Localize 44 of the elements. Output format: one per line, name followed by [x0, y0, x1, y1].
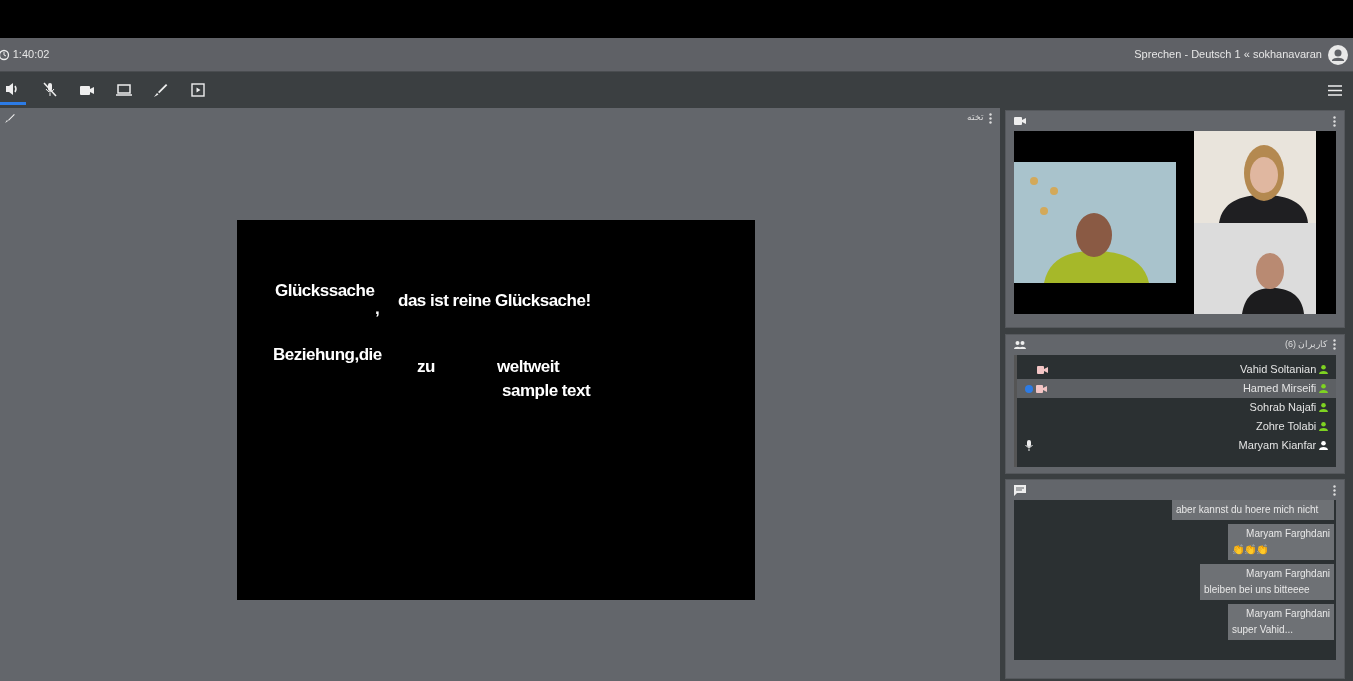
sender-name: Maryam Farghdani — [1245, 527, 1330, 541]
user-name: Hamed Mirseifi — [1242, 381, 1317, 397]
brush-icon — [153, 82, 169, 98]
mic-off-icon — [42, 82, 58, 98]
user-row[interactable]: Zohre Tolabi — [1017, 417, 1336, 436]
session-timer: 1:40:02 — [12, 47, 50, 63]
message-text: super Vahid... — [1232, 623, 1294, 637]
more-icon[interactable] — [989, 112, 992, 124]
message-text: aber kannst du hoere mich nicht — [1176, 503, 1320, 517]
avatar-icon[interactable] — [1327, 44, 1348, 65]
more-icon[interactable] — [1333, 484, 1336, 496]
slide-text: das ist reine Glücksache! — [398, 290, 591, 312]
panel-title: کاربران (6) — [1285, 337, 1328, 351]
user-name: Vahid Soltanian — [1240, 362, 1317, 378]
camera-icon — [1014, 117, 1026, 125]
user-name: Zohre Tolabi — [1255, 419, 1317, 435]
presentation-icon — [190, 82, 206, 98]
message-text: 👏👏👏 — [1232, 543, 1269, 557]
slide-text: Glückssache — [275, 280, 375, 302]
user-name: Sohrab Najafi — [1249, 400, 1317, 416]
slide-text: weltweit — [497, 356, 560, 378]
sender-name: Maryam Farghdani — [1245, 607, 1330, 621]
message-text: bleiben bei uns bitteeee — [1204, 583, 1311, 597]
chat-icon — [1014, 484, 1026, 496]
user-row[interactable]: Hamed Mirseifi — [1017, 379, 1336, 398]
menu-icon[interactable] — [1328, 84, 1342, 96]
meeting-title: Sprechen - Deutsch 1 « sokhanavaran — [1134, 47, 1322, 63]
sender-name: Maryam Farghdani — [1245, 567, 1330, 581]
slide-text: Beziehung,die — [273, 344, 382, 366]
panel-title: تخته — [966, 111, 984, 125]
user-row[interactable]: Sohrab Najafi — [1017, 398, 1336, 417]
status-dot-icon — [1025, 384, 1033, 393]
user-row[interactable]: Maryam Kianfar — [1017, 436, 1336, 455]
clock-icon — [0, 48, 10, 61]
user-name: Maryam Kianfar — [1238, 438, 1317, 454]
slide-text: zu — [417, 356, 435, 378]
laptop-icon — [116, 82, 132, 98]
slide-text: sample text — [502, 380, 591, 402]
users-icon — [1014, 340, 1026, 349]
brush-icon — [4, 112, 15, 124]
user-row[interactable]: Vahid Soltanian — [1017, 360, 1336, 379]
slide-text: , — [375, 298, 380, 320]
more-icon[interactable] — [1333, 339, 1336, 350]
more-icon[interactable] — [1333, 115, 1336, 127]
